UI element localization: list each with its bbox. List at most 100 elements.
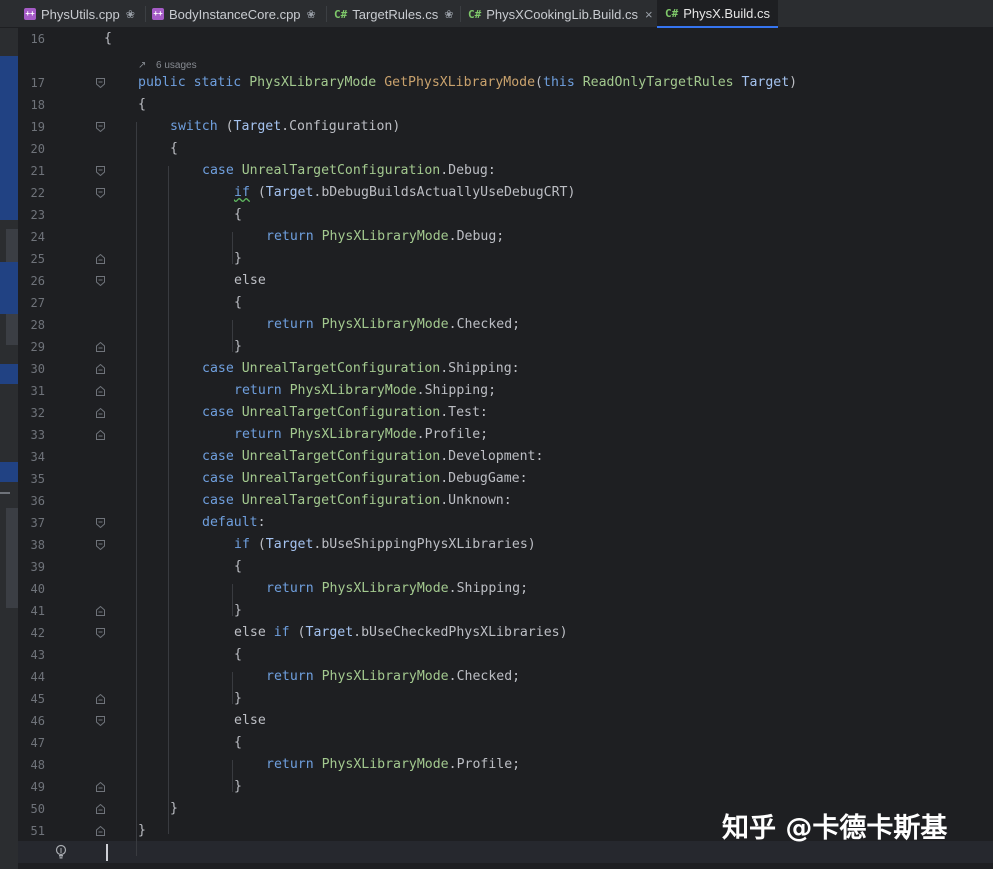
line-number[interactable]: 46: [18, 710, 45, 732]
code-line-50: }: [170, 801, 178, 816]
code-line-46: else: [234, 713, 266, 728]
editor-tab-bar: ++ PhysUtils.cpp ❀ ++ BodyInstanceCore.c…: [0, 0, 993, 28]
code-line-34: case UnrealTargetConfiguration.Developme…: [202, 449, 544, 464]
code-line-29: }: [234, 339, 242, 354]
code-line-17: public static PhysXLibraryMode GetPhysXL…: [138, 75, 798, 90]
code-line-42: else if (Target.bUseCheckedPhysXLibrarie…: [234, 625, 568, 640]
code-editor[interactable]: { ↗ 6 usages public static PhysXLibraryM…: [104, 28, 993, 869]
line-number[interactable]: 26: [18, 270, 45, 292]
tab-physxcookinglib-build-cs[interactable]: C# PhysXCookingLib.Build.cs ×: [468, 0, 653, 28]
tab-physutils-cpp[interactable]: ++ PhysUtils.cpp ❀: [24, 0, 135, 28]
line-number[interactable]: 28: [18, 314, 45, 336]
line-number[interactable]: 21: [18, 160, 45, 182]
cpp-file-icon: ++: [152, 8, 164, 20]
tab-label: PhysXCookingLib.Build.cs: [486, 6, 638, 22]
line-number[interactable]: 25: [18, 248, 45, 270]
code-line-45: }: [234, 691, 242, 706]
line-number[interactable]: 39: [18, 556, 45, 578]
line-number[interactable]: 48: [18, 754, 45, 776]
close-icon[interactable]: ×: [645, 7, 653, 22]
line-number[interactable]: 19: [18, 116, 45, 138]
usages-hint[interactable]: ↗ 6 usages: [138, 53, 197, 72]
line-number[interactable]: 20: [18, 138, 45, 160]
code-line-51: }: [138, 823, 146, 838]
code-line-23: {: [234, 207, 242, 222]
pin-icon[interactable]: ❀: [126, 8, 135, 21]
line-number[interactable]: 49: [18, 776, 45, 798]
code-line-38: if (Target.bUseShippingPhysXLibraries): [234, 537, 536, 552]
usages-link-icon: ↗: [138, 60, 147, 71]
line-number[interactable]: 35: [18, 468, 45, 490]
tab-bodyinstancecore-cpp[interactable]: ++ BodyInstanceCore.cpp ❀: [152, 0, 316, 28]
code-line-24: return PhysXLibraryMode.Debug;: [266, 229, 505, 244]
line-number[interactable]: 43: [18, 644, 45, 666]
pin-icon[interactable]: ❀: [444, 8, 453, 21]
code-line-47: {: [234, 735, 242, 750]
line-number[interactable]: 50: [18, 798, 45, 820]
code-line-40: return PhysXLibraryMode.Shipping;: [266, 581, 529, 596]
zhihu-watermark: 知乎 @卡德卡斯基: [722, 813, 948, 844]
code-line-25: }: [234, 251, 242, 266]
line-number[interactable]: 29: [18, 336, 45, 358]
code-line-35: case UnrealTargetConfiguration.DebugGame…: [202, 471, 528, 486]
tab-physx-build-cs[interactable]: C# PhysX.Build.cs: [657, 0, 778, 28]
line-number[interactable]: 34: [18, 446, 45, 468]
code-line-20: {: [170, 141, 178, 156]
code-line-39: {: [234, 559, 242, 574]
line-number[interactable]: 38: [18, 534, 45, 556]
cpp-file-icon: ++: [24, 8, 36, 20]
code-line-41: }: [234, 603, 242, 618]
pin-icon[interactable]: ❀: [307, 8, 316, 21]
line-number[interactable]: 18: [18, 94, 45, 116]
line-number[interactable]: 37: [18, 512, 45, 534]
code-line-22: if (Target.bDebugBuildsActuallyUseDebugC…: [234, 185, 576, 200]
editor-gutter: 16 17 18 19 20 21 22 23 24 25 26 27 28 29 30 31 32 33 34 35…: [18, 28, 105, 869]
code-line-19: switch (Target.Configuration): [170, 119, 401, 134]
code-line-48: return PhysXLibraryMode.Profile;: [266, 757, 521, 772]
line-number[interactable]: 33: [18, 424, 45, 446]
code-line-33: return PhysXLibraryMode.Profile;: [234, 427, 489, 442]
code-line-30: case UnrealTargetConfiguration.Shipping:: [202, 361, 520, 376]
line-number[interactable]: 17: [18, 72, 45, 94]
code-line-32: case UnrealTargetConfiguration.Test:: [202, 405, 488, 420]
left-tool-panel-edge: [0, 28, 18, 869]
line-number[interactable]: 36: [18, 490, 45, 512]
line-number[interactable]: 42: [18, 622, 45, 644]
line-number[interactable]: 51: [18, 820, 45, 842]
line-number[interactable]: 41: [18, 600, 45, 622]
code-line-43: {: [234, 647, 242, 662]
line-number[interactable]: 27: [18, 292, 45, 314]
code-line-36: case UnrealTargetConfiguration.Unknown:: [202, 493, 512, 508]
line-number[interactable]: 24: [18, 226, 45, 248]
line-number[interactable]: 45: [18, 688, 45, 710]
tab-label: TargetRules.cs: [352, 6, 439, 22]
tab-targetrules-cs[interactable]: C# TargetRules.cs ❀: [334, 0, 453, 28]
line-number[interactable]: 23: [18, 204, 45, 226]
line-number[interactable]: 32: [18, 402, 45, 424]
csharp-file-icon: C#: [665, 6, 679, 20]
line-number[interactable]: 30: [18, 358, 45, 380]
text-caret: [106, 844, 108, 861]
code-line-28: return PhysXLibraryMode.Checked;: [266, 317, 521, 332]
line-number[interactable]: 44: [18, 666, 45, 688]
csharp-file-icon: C#: [468, 7, 482, 21]
line-number[interactable]: 47: [18, 732, 45, 754]
code-line-21: case UnrealTargetConfiguration.Debug:: [202, 163, 496, 178]
tab-label: PhysUtils.cpp: [41, 6, 120, 22]
line-number[interactable]: 16: [18, 28, 45, 50]
code-line-16: {: [104, 31, 112, 46]
code-line-37: default:: [202, 515, 266, 530]
code-line-49: }: [234, 779, 242, 794]
code-line-18: {: [138, 97, 146, 112]
line-number[interactable]: 40: [18, 578, 45, 600]
code-line-27: {: [234, 295, 242, 310]
code-line-31: return PhysXLibraryMode.Shipping;: [234, 383, 497, 398]
line-number[interactable]: 31: [18, 380, 45, 402]
code-line-44: return PhysXLibraryMode.Checked;: [266, 669, 521, 684]
intention-bulb-icon[interactable]: [55, 844, 67, 860]
line-number[interactable]: 22: [18, 182, 45, 204]
tab-label: PhysX.Build.cs: [683, 5, 770, 21]
csharp-file-icon: C#: [334, 7, 348, 21]
code-line-26: else: [234, 273, 266, 288]
tab-label: BodyInstanceCore.cpp: [169, 6, 301, 22]
